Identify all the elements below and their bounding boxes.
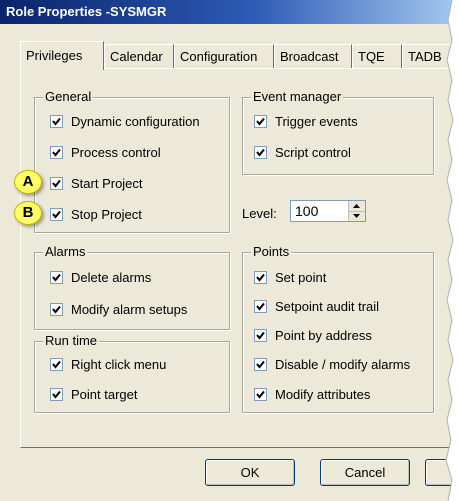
point-by-address-label: Point by address xyxy=(275,327,372,343)
script-control-label: Script control xyxy=(275,144,351,160)
checkbox-icon xyxy=(254,270,267,284)
alarms-group: Alarms xyxy=(34,244,230,330)
level-label: Level: xyxy=(242,206,277,221)
setpoint-audit-trail-checkbox[interactable]: Setpoint audit trail xyxy=(254,297,379,315)
script-control-checkbox[interactable]: Script control xyxy=(254,143,351,161)
process-control-checkbox[interactable]: Process control xyxy=(50,143,161,161)
process-control-label: Process control xyxy=(71,144,161,160)
right-click-menu-checkbox[interactable]: Right click menu xyxy=(50,355,166,373)
checkbox-icon xyxy=(50,357,63,371)
start-project-checkbox[interactable]: Start Project xyxy=(50,174,143,192)
tab-label: TQE xyxy=(358,49,385,64)
tab-label: Privileges xyxy=(26,48,83,63)
title-bar: Role Properties -SYSMGR xyxy=(0,0,460,24)
trigger-events-label: Trigger events xyxy=(275,113,358,129)
set-point-label: Set point xyxy=(275,269,327,285)
tab-tqe[interactable]: TQE xyxy=(352,44,402,68)
arrow-up-icon xyxy=(353,204,360,208)
dynamic-configuration-label: Dynamic configuration xyxy=(71,113,200,129)
callout-b: B xyxy=(14,201,42,225)
right-click-menu-label: Right click menu xyxy=(71,356,167,372)
checkbox-icon xyxy=(254,357,267,371)
tab-privileges[interactable]: Privileges xyxy=(20,41,104,70)
disable-modify-alarms-checkbox[interactable]: Disable / modify alarms xyxy=(254,355,410,373)
spinner-buttons xyxy=(348,201,365,221)
checkbox-icon xyxy=(50,207,63,221)
tab-label: Broadcast xyxy=(280,49,339,64)
arrow-down-icon xyxy=(353,214,360,218)
ok-button[interactable]: OK xyxy=(205,459,295,486)
run-time-legend: Run time xyxy=(43,333,100,349)
tab-broadcast[interactable]: Broadcast xyxy=(274,44,352,68)
stop-project-label: Stop Project xyxy=(71,206,142,222)
point-target-label: Point target xyxy=(71,386,138,402)
modify-alarm-setups-label: Modify alarm setups xyxy=(71,301,188,317)
checkbox-icon xyxy=(50,114,63,128)
point-target-checkbox[interactable]: Point target xyxy=(50,385,138,403)
start-project-label: Start Project xyxy=(71,175,143,191)
checkbox-icon xyxy=(50,302,63,316)
event-manager-legend: Event manager xyxy=(251,89,344,105)
checkbox-icon xyxy=(50,176,63,190)
alarms-legend: Alarms xyxy=(43,244,88,260)
cancel-button[interactable]: Cancel xyxy=(320,459,410,486)
modify-attributes-checkbox[interactable]: Modify attributes xyxy=(254,385,370,403)
tab-label: Calendar xyxy=(110,49,163,64)
tab-label: Configuration xyxy=(180,49,258,64)
role-properties-dialog: Role Properties -SYSMGR Privileges Calen… xyxy=(0,0,460,501)
checkbox-icon xyxy=(50,145,63,159)
setpoint-audit-trail-label: Setpoint audit trail xyxy=(275,298,380,314)
checkbox-icon xyxy=(254,114,267,128)
event-manager-group: Event manager xyxy=(242,89,434,175)
points-legend: Points xyxy=(251,244,292,260)
level-spinner[interactable]: 100 xyxy=(290,200,366,222)
checkbox-icon xyxy=(254,328,267,342)
tab-configuration[interactable]: Configuration xyxy=(174,44,274,68)
callout-a: A xyxy=(14,170,42,194)
trigger-events-checkbox[interactable]: Trigger events xyxy=(254,112,358,130)
checkbox-icon xyxy=(254,387,267,401)
disable-modify-alarms-label: Disable / modify alarms xyxy=(275,356,411,372)
checkbox-icon xyxy=(254,299,267,313)
delete-alarms-label: Delete alarms xyxy=(71,269,152,285)
level-value: 100 xyxy=(295,203,319,219)
torn-edge-decoration xyxy=(445,0,460,501)
tab-calendar[interactable]: Calendar xyxy=(104,44,174,68)
modify-attributes-label: Modify attributes xyxy=(275,386,371,402)
dynamic-configuration-checkbox[interactable]: Dynamic configuration xyxy=(50,112,200,130)
set-point-checkbox[interactable]: Set point xyxy=(254,268,326,286)
delete-alarms-checkbox[interactable]: Delete alarms xyxy=(50,268,151,286)
spin-down-button[interactable] xyxy=(349,211,365,221)
checkbox-icon xyxy=(50,387,63,401)
window-title: Role Properties -SYSMGR xyxy=(6,4,167,19)
checkbox-icon xyxy=(50,270,63,284)
general-legend: General xyxy=(43,89,94,105)
point-by-address-checkbox[interactable]: Point by address xyxy=(254,326,372,344)
modify-alarm-setups-checkbox[interactable]: Modify alarm setups xyxy=(50,300,187,318)
checkbox-icon xyxy=(254,145,267,159)
stop-project-checkbox[interactable]: Stop Project xyxy=(50,205,142,223)
